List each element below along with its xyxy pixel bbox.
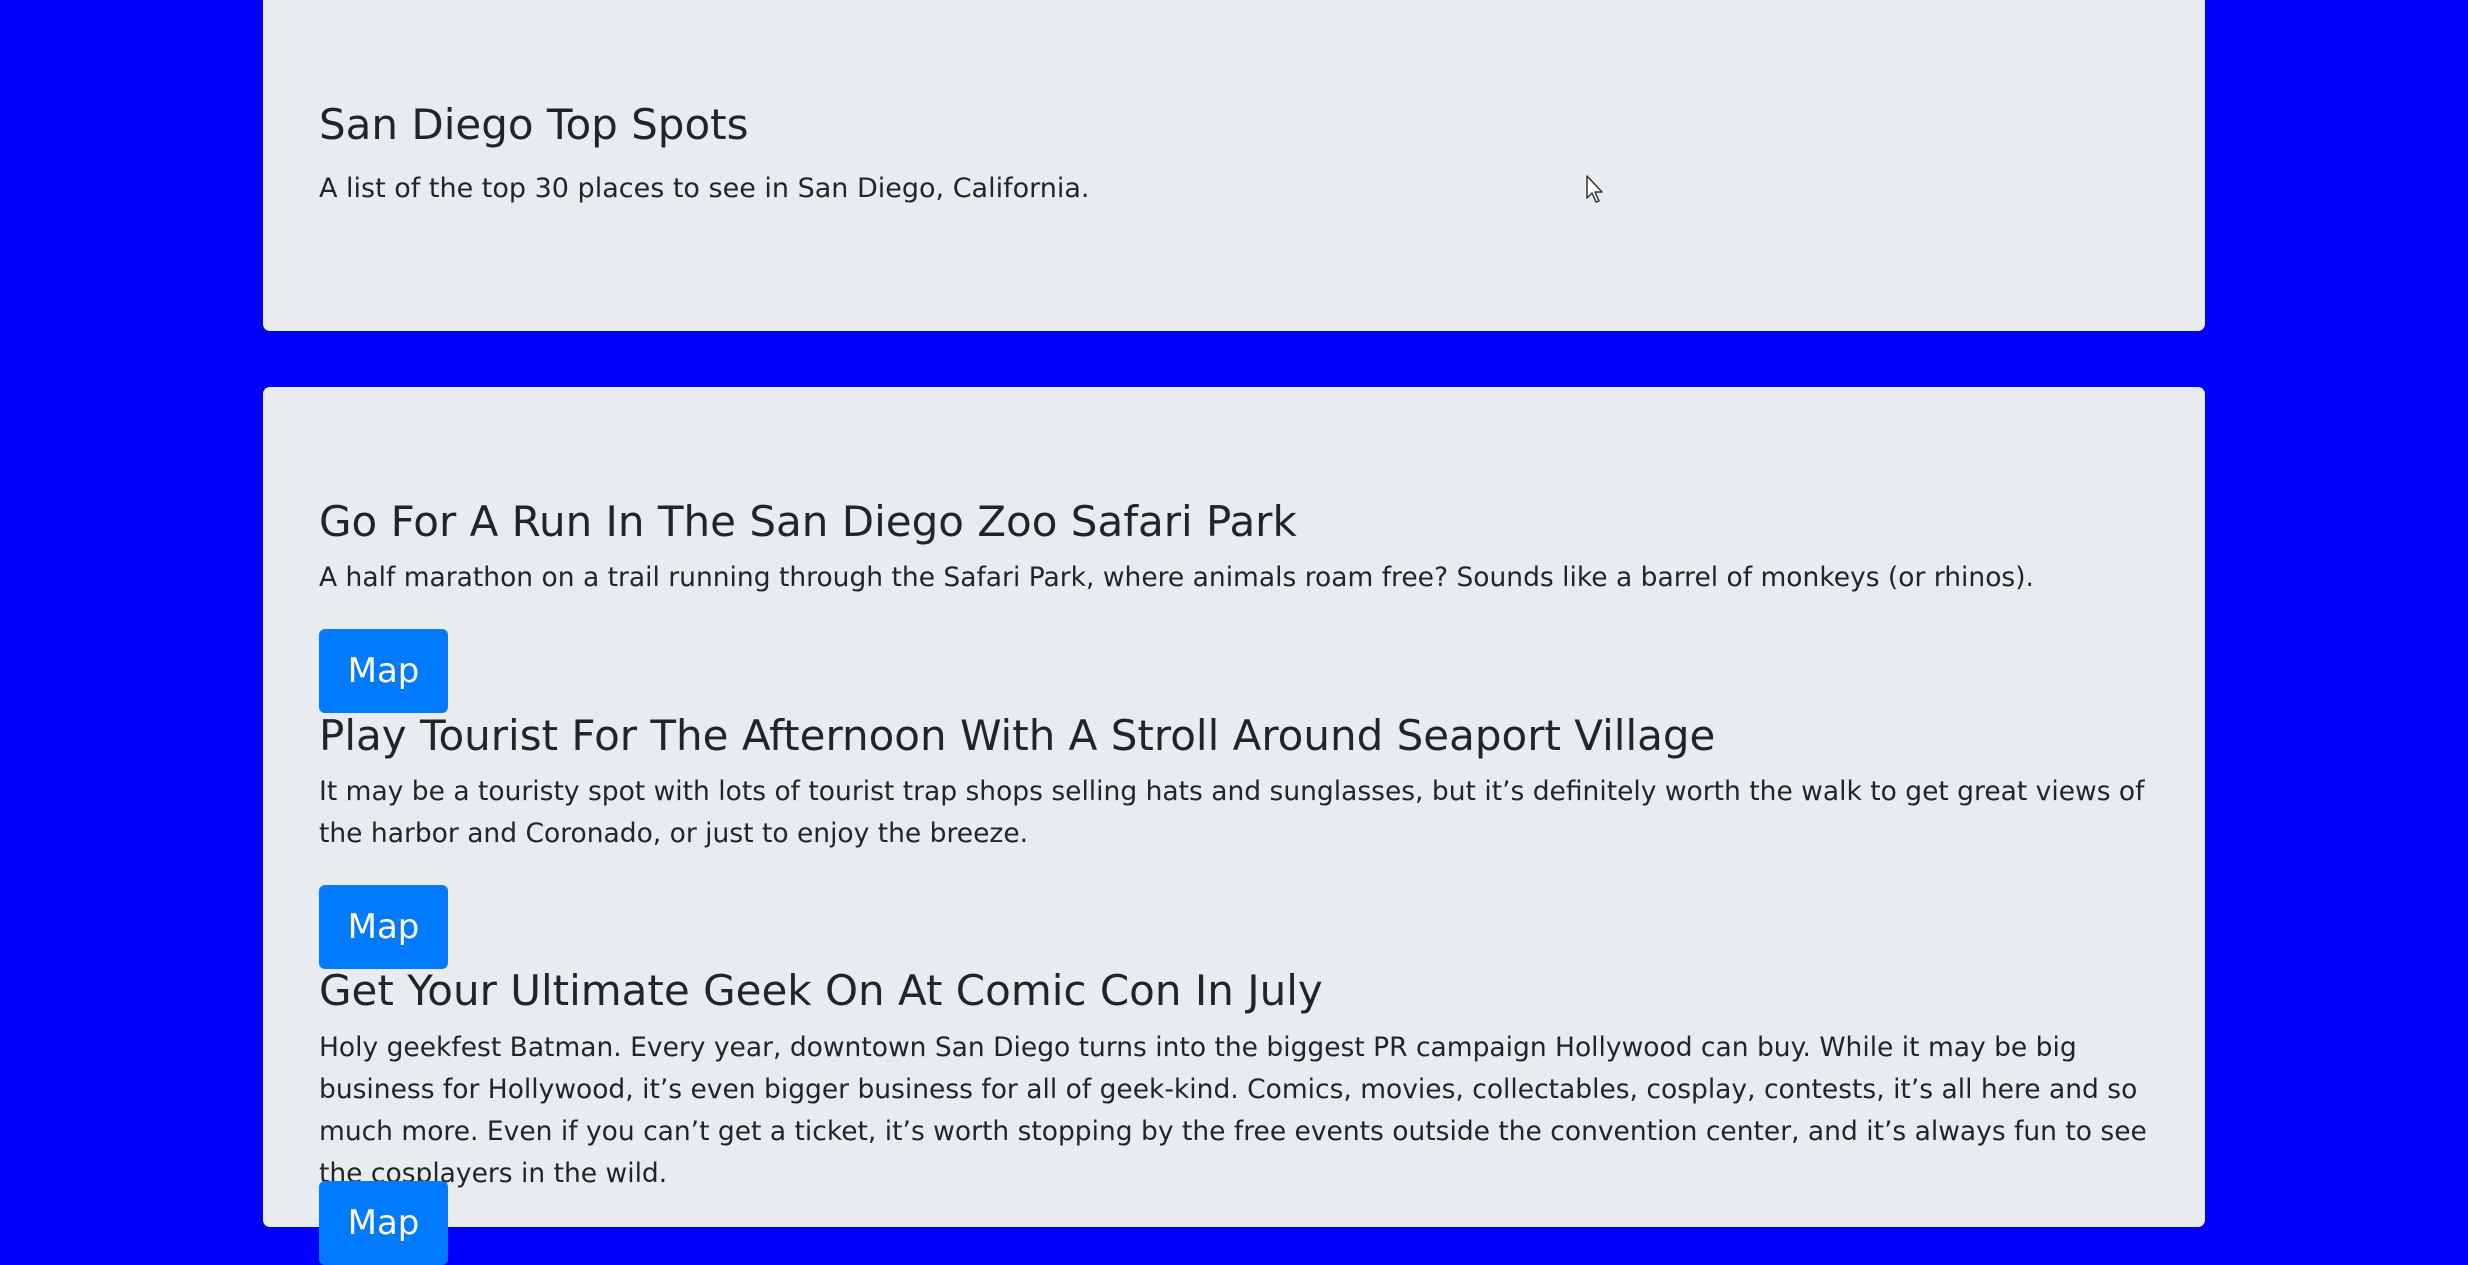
spot-description: A half marathon on a trail running throu… <box>319 562 2034 593</box>
map-button[interactable]: Map <box>319 1181 448 1265</box>
page-title: San Diego Top Spots <box>319 100 749 149</box>
map-button[interactable]: Map <box>319 629 448 713</box>
page-lead: A list of the top 30 places to see in Sa… <box>319 173 1090 204</box>
spots-list-card: Go For A Run In The San Diego Zoo Safari… <box>263 387 2205 1265</box>
map-button[interactable]: Map <box>319 885 448 969</box>
spot-title: Play Tourist For The Afternoon With A St… <box>319 711 1716 760</box>
spot-title: Get Your Ultimate Geek On At Comic Con I… <box>319 966 1323 1015</box>
spot-title: Go For A Run In The San Diego Zoo Safari… <box>319 497 1297 546</box>
spot-description: It may be a touristy spot with lots of t… <box>319 776 2145 849</box>
mouse-pointer-icon <box>1586 175 1603 203</box>
header-jumbotron: San Diego Top Spots A list of the top 30… <box>263 0 2205 331</box>
spot-description: Holy geekfest Batman. Every year, downto… <box>319 1032 2147 1189</box>
